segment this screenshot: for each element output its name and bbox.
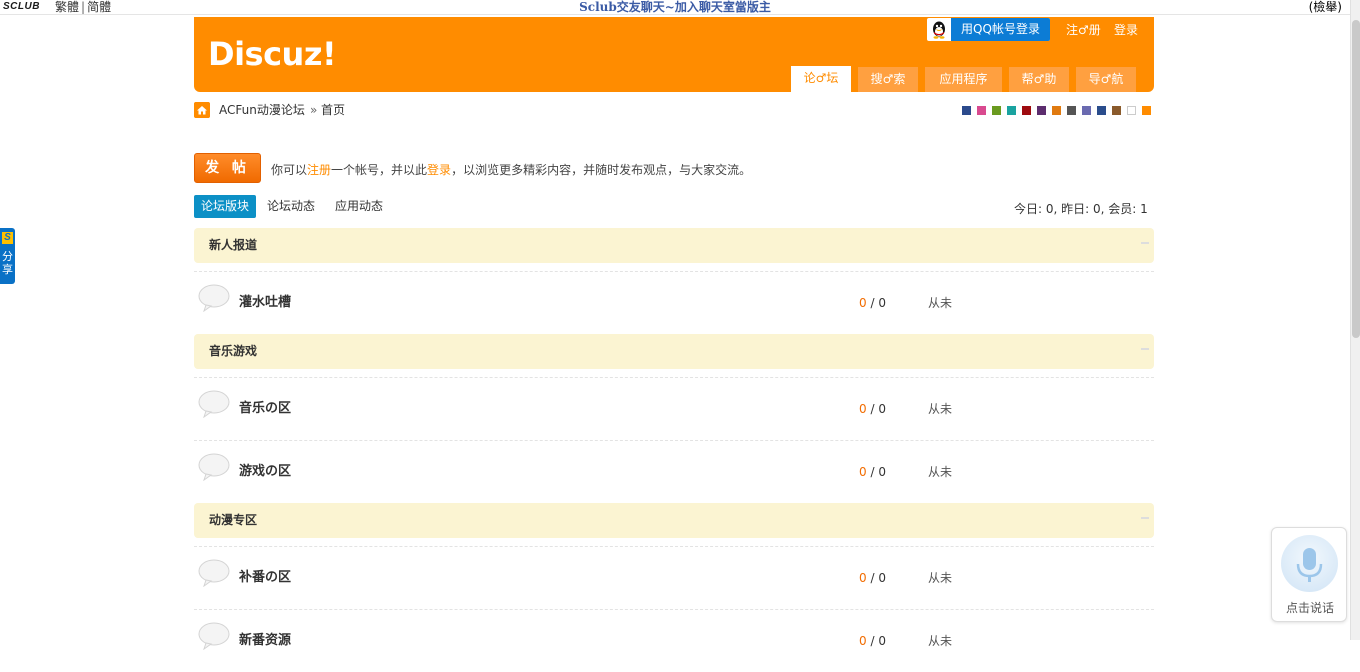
- speech-bubble-icon: [198, 559, 230, 587]
- forum-last-post: 从未: [928, 402, 953, 416]
- forum-last-post: 从未: [928, 634, 953, 648]
- forum-post-count: 0 / 0: [859, 465, 886, 479]
- microphone-button[interactable]: [1281, 535, 1338, 592]
- report-link[interactable]: (檢舉): [1309, 0, 1342, 14]
- notice-register-link[interactable]: 注册: [307, 163, 331, 177]
- home-icon[interactable]: [194, 102, 210, 118]
- theme-swatch[interactable]: [992, 106, 1001, 115]
- top-toolbar: SCLUB 繁體 | 简體 Sclub交友聊天~加入聊天室當版主 (檢舉): [0, 0, 1350, 15]
- theme-swatch[interactable]: [1052, 106, 1061, 115]
- guest-notice: 你可以注册一个帐号，并以此登录，以浏览更多精彩内容，并随时发布观点，与大家交流。: [271, 161, 751, 178]
- forum-row: 灌水吐槽 0 / 0 从未: [194, 272, 1154, 334]
- notice-login-link[interactable]: 登录: [427, 163, 451, 177]
- collapse-icon[interactable]: [1141, 242, 1149, 244]
- theme-swatch[interactable]: [1127, 106, 1136, 115]
- forum-name-link[interactable]: 游戏の区: [239, 441, 291, 503]
- tab-app-activity[interactable]: 应用动态: [335, 195, 383, 218]
- share-sidebar-button[interactable]: S 分享: [0, 228, 15, 284]
- forum-total-count: 0: [878, 634, 886, 648]
- share-label: 分享: [2, 250, 13, 276]
- breadcrumb-current-page: 首页: [321, 103, 346, 117]
- forum-name-link[interactable]: 新番资源: [239, 610, 291, 672]
- category-title[interactable]: 音乐游戏: [209, 334, 257, 369]
- forum-last-post: 从未: [928, 296, 953, 310]
- nav-search[interactable]: 搜♂索: [858, 67, 918, 92]
- forum-post-count: 0 / 0: [859, 634, 886, 648]
- qq-login-button[interactable]: 用QQ帐号登录: [927, 18, 1050, 41]
- sclub-slogan-link[interactable]: Sclub交友聊天~加入聊天室當版主: [0, 0, 1350, 14]
- forum-name-link[interactable]: 灌水吐槽: [239, 272, 291, 334]
- notice-prefix: 你可以: [271, 163, 308, 177]
- forum-name-link[interactable]: 补番の区: [239, 547, 291, 609]
- scrollbar-thumb[interactable]: [1352, 20, 1360, 338]
- share-logo-icon: S: [2, 232, 13, 244]
- tab-forum-sections[interactable]: 论坛版块: [194, 195, 256, 218]
- nav-help[interactable]: 帮♂助: [1009, 67, 1069, 92]
- forum-row: 新番资源 0 / 0 从未: [194, 610, 1154, 672]
- forum-total-count: 0: [878, 465, 886, 479]
- collapse-icon[interactable]: [1141, 348, 1149, 350]
- category-header: 音乐游戏: [194, 334, 1154, 369]
- forum-post-count: 0 / 0: [859, 296, 886, 310]
- speech-bubble-icon: [198, 453, 230, 481]
- notice-middle: 一个帐号，并以此: [331, 163, 428, 177]
- category-title[interactable]: 新人报道: [209, 228, 257, 263]
- nav-guide[interactable]: 导♂航: [1076, 67, 1136, 92]
- page-scrollbar[interactable]: [1350, 0, 1360, 640]
- forum-today-count: 0: [859, 402, 867, 416]
- forum-today-count: 0: [859, 465, 867, 479]
- voice-label: 点击说话: [1285, 601, 1334, 615]
- theme-swatch[interactable]: [1067, 106, 1076, 115]
- theme-swatch[interactable]: [1022, 106, 1031, 115]
- speech-bubble-icon: [198, 622, 230, 650]
- forum-name-link[interactable]: 音乐の区: [239, 378, 291, 440]
- theme-swatch[interactable]: [1037, 106, 1046, 115]
- qq-penguin-icon: [933, 21, 945, 39]
- forum-post-count: 0 / 0: [859, 402, 886, 416]
- category-header: 动漫专区: [194, 503, 1154, 538]
- register-link[interactable]: 注♂册: [1066, 21, 1101, 38]
- forum-total-count: 0: [878, 571, 886, 585]
- theme-swatch[interactable]: [1007, 106, 1016, 115]
- qq-login-label: 用QQ帐号登录: [951, 18, 1050, 41]
- forum-today-count: 0: [859, 296, 867, 310]
- breadcrumb-site-link[interactable]: ACFun动漫论坛: [219, 102, 305, 118]
- theme-swatch[interactable]: [1082, 106, 1091, 115]
- forum-today-count: 0: [859, 634, 867, 648]
- forum-total-count: 0: [878, 402, 886, 416]
- theme-swatch[interactable]: [977, 106, 986, 115]
- microphone-icon: [1296, 548, 1323, 582]
- forum-total-count: 0: [878, 296, 886, 310]
- speech-bubble-icon: [198, 284, 230, 312]
- forum-row: 补番の区 0 / 0 从未: [194, 547, 1154, 609]
- category-title[interactable]: 动漫专区: [209, 503, 257, 538]
- theme-swatch[interactable]: [1097, 106, 1106, 115]
- breadcrumb-separator: »: [310, 103, 318, 117]
- theme-swatch[interactable]: [962, 106, 971, 115]
- forum-today-count: 0: [859, 571, 867, 585]
- category-header: 新人报道: [194, 228, 1154, 263]
- theme-swatch[interactable]: [1142, 106, 1151, 115]
- login-link[interactable]: 登录: [1114, 21, 1138, 38]
- forum-last-post: 从未: [928, 465, 953, 479]
- speech-bubble-icon: [198, 390, 230, 418]
- site-stats: 今日: 0, 昨日: 0, 会员: 1: [1014, 202, 1148, 216]
- forum-last-post: 从未: [928, 571, 953, 585]
- notice-suffix: ，以浏览更多精彩内容，并随时发布观点，与大家交流。: [451, 163, 752, 177]
- theme-swatch[interactable]: [1112, 106, 1121, 115]
- nav-apps[interactable]: 应用程序: [925, 67, 1002, 92]
- discuz-logo[interactable]: Discuz!: [208, 35, 337, 73]
- voice-input-widget[interactable]: 点击说话: [1271, 527, 1347, 622]
- nav-forum[interactable]: 论♂坛: [791, 66, 851, 92]
- site-header: Discuz! 用QQ帐号登录 注♂册 登录 论♂坛 搜♂索 应用程序 帮♂助 …: [194, 17, 1154, 92]
- tab-forum-activity[interactable]: 论坛动态: [267, 195, 315, 218]
- collapse-icon[interactable]: [1141, 517, 1149, 519]
- forum-row: 游戏の区 0 / 0 从未: [194, 441, 1154, 503]
- forum-post-count: 0 / 0: [859, 571, 886, 585]
- new-post-button[interactable]: 发 帖: [194, 153, 261, 183]
- forum-row: 音乐の区 0 / 0 从未: [194, 378, 1154, 440]
